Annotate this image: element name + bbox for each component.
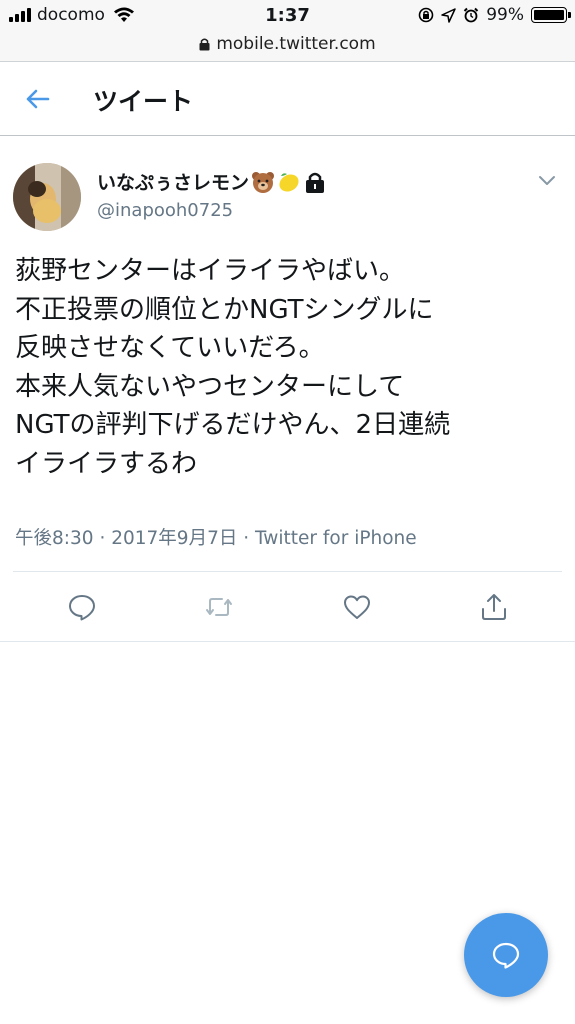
rotation-lock-icon: [418, 7, 434, 23]
status-bar: docomo 1:37 99%: [0, 0, 575, 34]
compose-message-button[interactable]: [464, 913, 548, 997]
tweet-meta: 午後8:30 · 2017年9月7日 · Twitter for iPhone: [15, 524, 417, 550]
lock-icon: [199, 38, 210, 51]
battery-percent: 99%: [486, 5, 524, 25]
tweet-text-line: 本来人気ないやつセンターにして: [15, 371, 405, 402]
lock-icon: [306, 172, 325, 193]
chevron-down-icon[interactable]: [537, 170, 557, 190]
author-name-row[interactable]: いなぷぅさレモン: [97, 168, 327, 195]
tweet-date[interactable]: 2017年9月7日: [111, 528, 237, 549]
author-display-name: いなぷぅさレモン: [97, 172, 250, 194]
page-header: ツイート: [0, 61, 575, 136]
avatar[interactable]: [13, 163, 81, 231]
meta-separator: ·: [99, 528, 106, 549]
tweet-time[interactable]: 午後8:30: [15, 528, 94, 549]
tweet-text-line: 荻野センターはイライラやばい。: [15, 256, 406, 286]
meta-separator: ·: [243, 528, 250, 549]
divider: [13, 571, 562, 572]
bear-emoji-icon: [252, 171, 275, 193]
location-icon: [441, 7, 456, 23]
tweet-source[interactable]: Twitter for iPhone: [255, 528, 417, 549]
author-handle[interactable]: @inapooh0725: [97, 200, 233, 221]
lemon-emoji-icon: [279, 172, 299, 192]
status-bar-right: 99%: [418, 5, 571, 25]
alarm-icon: [463, 7, 479, 23]
heart-icon[interactable]: [342, 592, 372, 622]
tweet-text-line: 反映させなくていいだろ。: [15, 333, 325, 363]
tweet-text-line: 不正投票の順位とかNGTシングルに: [15, 294, 434, 325]
avatar-image: [13, 163, 81, 231]
tweet-text: 荻野センターはイライラやばい。 不正投票の順位とかNGTシングルに 反映させなく…: [15, 252, 565, 483]
share-icon[interactable]: [479, 592, 509, 622]
tweet-text-line: NGTの評判下げるだけやん、2日連続: [15, 410, 451, 440]
battery-icon: [531, 7, 571, 23]
tweet-text-line: イライラするわ: [15, 448, 198, 479]
arrow-left-icon[interactable]: [22, 84, 52, 114]
page-title: ツイート: [93, 87, 194, 116]
browser-url-bar[interactable]: mobile.twitter.com: [0, 34, 575, 61]
divider: [0, 641, 575, 642]
retweet-icon[interactable]: [204, 592, 234, 622]
compose-message-icon: [492, 942, 520, 969]
reply-icon[interactable]: [67, 592, 97, 622]
url-text: mobile.twitter.com: [216, 34, 376, 54]
